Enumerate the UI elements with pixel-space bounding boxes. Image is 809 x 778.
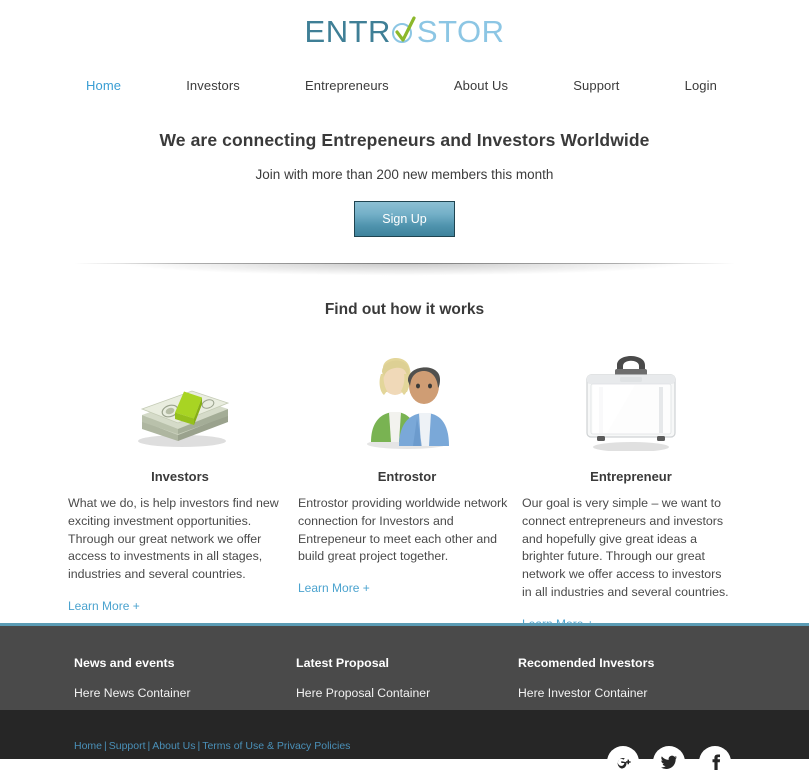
footer-content-proposal: Here Proposal Container <box>296 686 431 700</box>
legal-links: Home | Support | About Us | Terms of Use & Pri… <box>74 740 350 752</box>
feature-body-entrostor: Entrostor providing worldwide network co… <box>298 496 508 564</box>
nav-item-home[interactable]: Home <box>86 78 121 93</box>
site-footer: News and events Here News Container Late… <box>0 623 809 710</box>
briefcase-icon <box>522 339 740 451</box>
logo-text-stor: STOR <box>416 13 505 49</box>
how-it-works-title: Find out how it works <box>324 301 485 318</box>
hero-headline: We are connecting Entrepeneurs and Inves… <box>159 130 650 150</box>
money-stack-icon <box>68 339 292 451</box>
feature-title-investors: Investors <box>151 469 209 484</box>
logo-text-entr: ENTR <box>304 13 391 49</box>
nav-item-investors[interactable]: Investors <box>186 78 240 93</box>
nav-item-login[interactable]: Login <box>685 78 717 93</box>
feature-body-entrepreneur: Our goal is very simple – we want to con… <box>522 496 729 599</box>
logo-check-o-icon <box>391 15 417 47</box>
footer-heading-news: News and events <box>74 656 175 670</box>
legal-separator-1: | <box>104 740 107 752</box>
social-links <box>607 746 731 778</box>
facebook-icon[interactable] <box>699 746 731 778</box>
footer-bottom-bar: Home | Support | About Us | Terms of Use & Pri… <box>0 710 809 778</box>
nav-item-about-us[interactable]: About Us <box>454 78 508 93</box>
learn-more-link-investors[interactable]: Learn More + <box>68 599 140 613</box>
feature-column-entrostor: Entrostor Entrostor providing worldwide … <box>292 339 516 597</box>
feature-title-entrostor: Entrostor <box>377 469 437 484</box>
site-logo[interactable]: ENTR STOR <box>305 16 505 47</box>
nav-item-support[interactable]: Support <box>573 78 619 93</box>
twitter-icon[interactable] <box>653 746 685 778</box>
feature-body-investors: What we do, is help investors find new e… <box>68 496 279 582</box>
legal-separator-2: | <box>147 740 151 752</box>
footer-column-investors: Recomended Investors Here Investor Conta… <box>518 656 740 700</box>
footer-content-investors: Here Investor Container <box>518 686 648 700</box>
hero-section: We are connecting Entrepeneurs and Inves… <box>0 108 809 237</box>
feature-title-entrepreneur: Entrepreneur <box>590 469 672 484</box>
page-root: ENTR STOR Home Investors Entrepreneurs Ab… <box>0 0 809 778</box>
footer-heading-investors: Recomended Investors <box>518 656 655 670</box>
learn-more-link-entrostor[interactable]: Learn More + <box>298 581 370 595</box>
main-navigation: Home Investors Entrepreneurs About Us Su… <box>0 62 809 108</box>
footer-heading-proposal: Latest Proposal <box>296 656 389 670</box>
checkmark-icon <box>395 15 416 42</box>
two-people-icon <box>298 339 516 451</box>
footer-column-news: News and events Here News Container <box>74 656 296 700</box>
legal-link-support[interactable]: Support <box>109 740 146 752</box>
feature-column-investors: Investors What we do, is help investors … <box>68 339 292 615</box>
hero-subline: Join with more than 200 new members this… <box>255 167 554 182</box>
footer-columns: News and events Here News Container Late… <box>0 626 809 700</box>
divider-shadow <box>74 263 735 279</box>
site-header: ENTR STOR <box>0 0 809 62</box>
feature-column-entrepreneur: Entrepreneur Our goal is very simple – w… <box>516 339 740 633</box>
legal-link-about-us[interactable]: About Us <box>152 740 195 752</box>
footer-content-news: Here News Container <box>74 686 191 700</box>
legal-link-terms[interactable]: Terms of Use & Privacy Policies <box>202 740 350 752</box>
legal-separator-3: | <box>197 740 201 752</box>
feature-columns: Investors What we do, is help investors … <box>0 339 809 633</box>
hero-cta-wrap: Sign Up <box>0 201 809 237</box>
nav-item-entrepreneurs[interactable]: Entrepreneurs <box>305 78 389 93</box>
legal-link-home[interactable]: Home <box>74 740 102 752</box>
footer-column-proposal: Latest Proposal Here Proposal Container <box>296 656 518 700</box>
sign-up-button[interactable]: Sign Up <box>354 201 455 237</box>
google-plus-icon[interactable] <box>607 746 639 778</box>
section-divider <box>0 263 809 285</box>
